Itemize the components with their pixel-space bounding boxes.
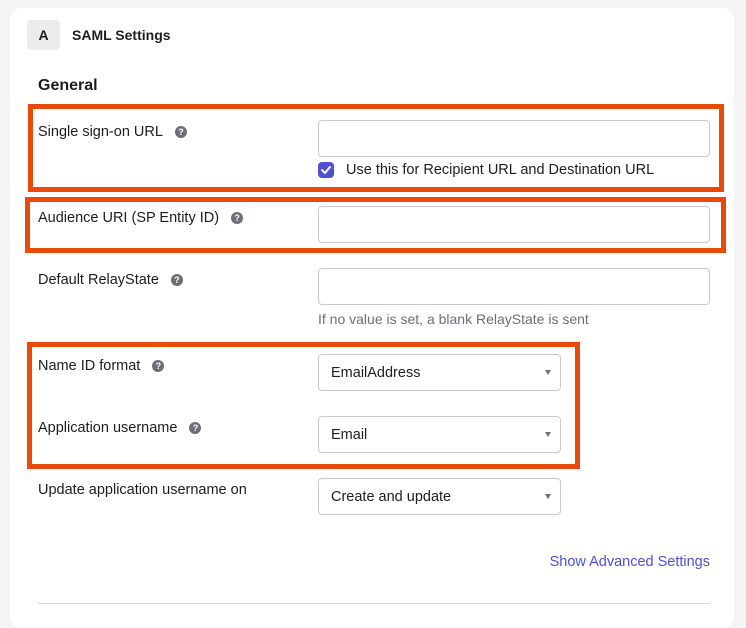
audience-uri-label: Audience URI (SP Entity ID) ? (38, 210, 244, 226)
relay-state-hint: If no value is set, a blank RelayState i… (318, 311, 589, 327)
recipient-url-checkbox-label[interactable]: Use this for Recipient URL and Destinati… (346, 162, 654, 178)
caret-down-icon (545, 370, 551, 375)
name-id-format-label-text: Name ID format (38, 358, 141, 374)
checkmark-icon (321, 166, 331, 174)
update-username-value: Create and update (331, 488, 452, 505)
audience-uri-label-text: Audience URI (SP Entity ID) (38, 210, 220, 226)
show-advanced-settings-link[interactable]: Show Advanced Settings (550, 554, 710, 570)
name-id-format-select[interactable]: EmailAddress (318, 354, 561, 391)
name-id-format-label: Name ID format ? (38, 358, 165, 374)
section-title: General (38, 77, 98, 94)
update-username-select[interactable]: Create and update (318, 478, 561, 515)
recipient-url-checkbox[interactable] (318, 162, 334, 178)
step-letter: A (38, 27, 49, 43)
app-username-value: Email (331, 426, 368, 443)
help-icon[interactable]: ? (231, 212, 244, 224)
sso-url-label-text: Single sign-on URL (38, 124, 163, 140)
sso-url-input[interactable] (318, 120, 710, 157)
help-icon[interactable]: ? (189, 422, 202, 434)
audience-uri-input[interactable] (318, 206, 710, 243)
step-badge: A (27, 20, 60, 50)
sso-url-label: Single sign-on URL ? (38, 124, 187, 140)
step-title: SAML Settings (72, 27, 171, 43)
app-username-label-text: Application username (38, 420, 178, 436)
divider (38, 603, 710, 604)
name-id-format-value: EmailAddress (331, 364, 421, 381)
relay-state-input[interactable] (318, 268, 710, 305)
update-username-label: Update application username on (38, 482, 247, 498)
caret-down-icon (545, 494, 551, 499)
caret-down-icon (545, 432, 551, 437)
relay-state-label: Default RelayState ? (38, 272, 183, 288)
app-username-select[interactable]: Email (318, 416, 561, 453)
help-icon[interactable]: ? (170, 274, 183, 286)
relay-state-label-text: Default RelayState (38, 272, 159, 288)
update-username-label-text: Update application username on (38, 482, 247, 498)
app-username-label: Application username ? (38, 420, 202, 436)
help-icon[interactable]: ? (152, 360, 165, 372)
help-icon[interactable]: ? (174, 126, 187, 138)
